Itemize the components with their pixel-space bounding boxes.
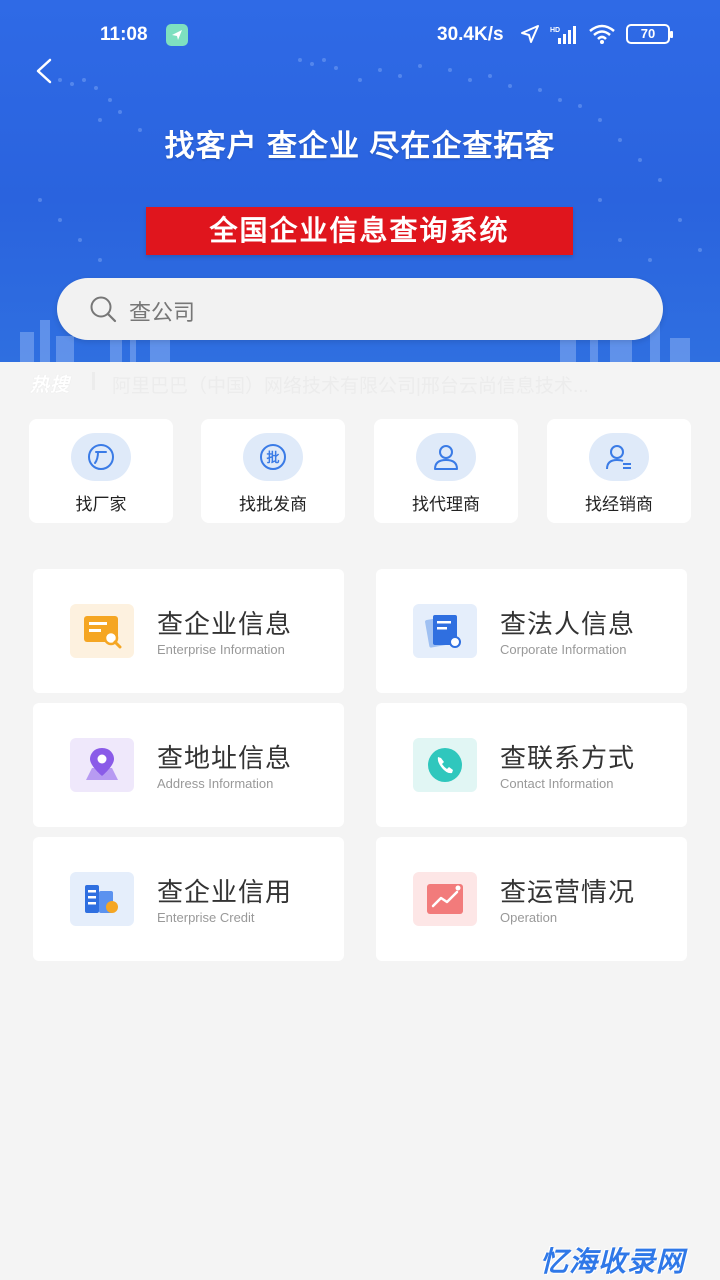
signal-icon: HD: [550, 26, 576, 44]
card-subtitle: Corporate Information: [500, 642, 627, 657]
card-title: 查运营情况: [500, 877, 636, 907]
operation-card[interactable]: 查运营情况 Operation: [376, 837, 687, 961]
corporate-info-card[interactable]: 查法人信息 Corporate Information: [376, 569, 687, 693]
back-button[interactable]: [30, 56, 60, 86]
wholesale-icon: 批: [243, 433, 303, 481]
enterprise-credit-card[interactable]: 查企业信用 Enterprise Credit: [33, 837, 344, 961]
enterprise-info-card[interactable]: 查企业信息 Enterprise Information: [33, 569, 344, 693]
contact-info-card[interactable]: 查联系方式 Contact Information: [376, 703, 687, 827]
operation-icon: [413, 872, 477, 926]
find-factory-button[interactable]: 找厂家: [29, 419, 173, 523]
search-icon: [90, 296, 117, 323]
quick-label: 找经销商: [585, 495, 653, 514]
navigation-notification-icon: [166, 24, 188, 46]
location-arrow-icon: [521, 25, 539, 43]
enterprise-info-icon: [70, 604, 134, 658]
card-title: 查联系方式: [500, 743, 636, 773]
card-subtitle: Enterprise Credit: [157, 910, 255, 925]
find-dealer-button[interactable]: 找经销商: [547, 419, 691, 523]
dealer-icon: [589, 433, 649, 481]
svg-text:HD: HD: [550, 27, 560, 34]
card-title: 查地址信息: [157, 743, 293, 773]
wifi-icon: [589, 24, 615, 44]
hot-search-text[interactable]: 阿里巴巴（中国）网络技术有限公司|邢台云尚信息技术...: [112, 371, 702, 398]
status-bar: 11:08 30.4K/s HD 70: [0, 0, 720, 70]
card-title: 查法人信息: [500, 609, 636, 639]
card-subtitle: Address Information: [157, 776, 274, 791]
card-subtitle: Contact Information: [500, 776, 614, 791]
find-wholesaler-button[interactable]: 批 找批发商: [201, 419, 345, 523]
factory-icon: [71, 433, 131, 481]
banner-slogan: 找客户 查企业 尽在企查拓客: [164, 130, 556, 163]
card-subtitle: Operation: [500, 910, 558, 925]
status-icons: HD 70: [520, 24, 673, 44]
hot-search-label: 热搜: [30, 375, 71, 396]
find-agent-button[interactable]: 找代理商: [374, 419, 518, 523]
address-info-card[interactable]: 查地址信息 Address Information: [33, 703, 344, 827]
battery-icon: 70: [626, 24, 673, 44]
banner-system-name: 全国企业信息查询系统: [146, 207, 573, 255]
watermark-logo: 忆海收录网: [540, 1246, 686, 1277]
hot-search-strip[interactable]: 热搜 阿里巴巴（中国）网络技术有限公司|邢台云尚信息技术...: [0, 362, 720, 402]
quick-label: 找批发商: [239, 495, 307, 514]
status-time: 11:08: [100, 24, 148, 45]
card-subtitle: Enterprise Information: [157, 642, 285, 657]
search-input[interactable]: 查公司: [57, 278, 663, 340]
card-title: 查企业信息: [157, 609, 293, 639]
quick-label: 找厂家: [75, 495, 127, 514]
credit-icon: [70, 872, 134, 926]
search-placeholder: 查公司: [129, 300, 196, 325]
card-title: 查企业信用: [157, 877, 293, 907]
phone-icon: [413, 738, 477, 792]
quick-label: 找代理商: [412, 495, 480, 514]
corporate-info-icon: [413, 604, 477, 658]
agent-icon: [416, 433, 476, 481]
network-speed: 30.4K/s: [437, 24, 504, 45]
address-icon: [70, 738, 134, 792]
divider: [92, 372, 95, 390]
svg-text:批: 批: [266, 450, 279, 466]
